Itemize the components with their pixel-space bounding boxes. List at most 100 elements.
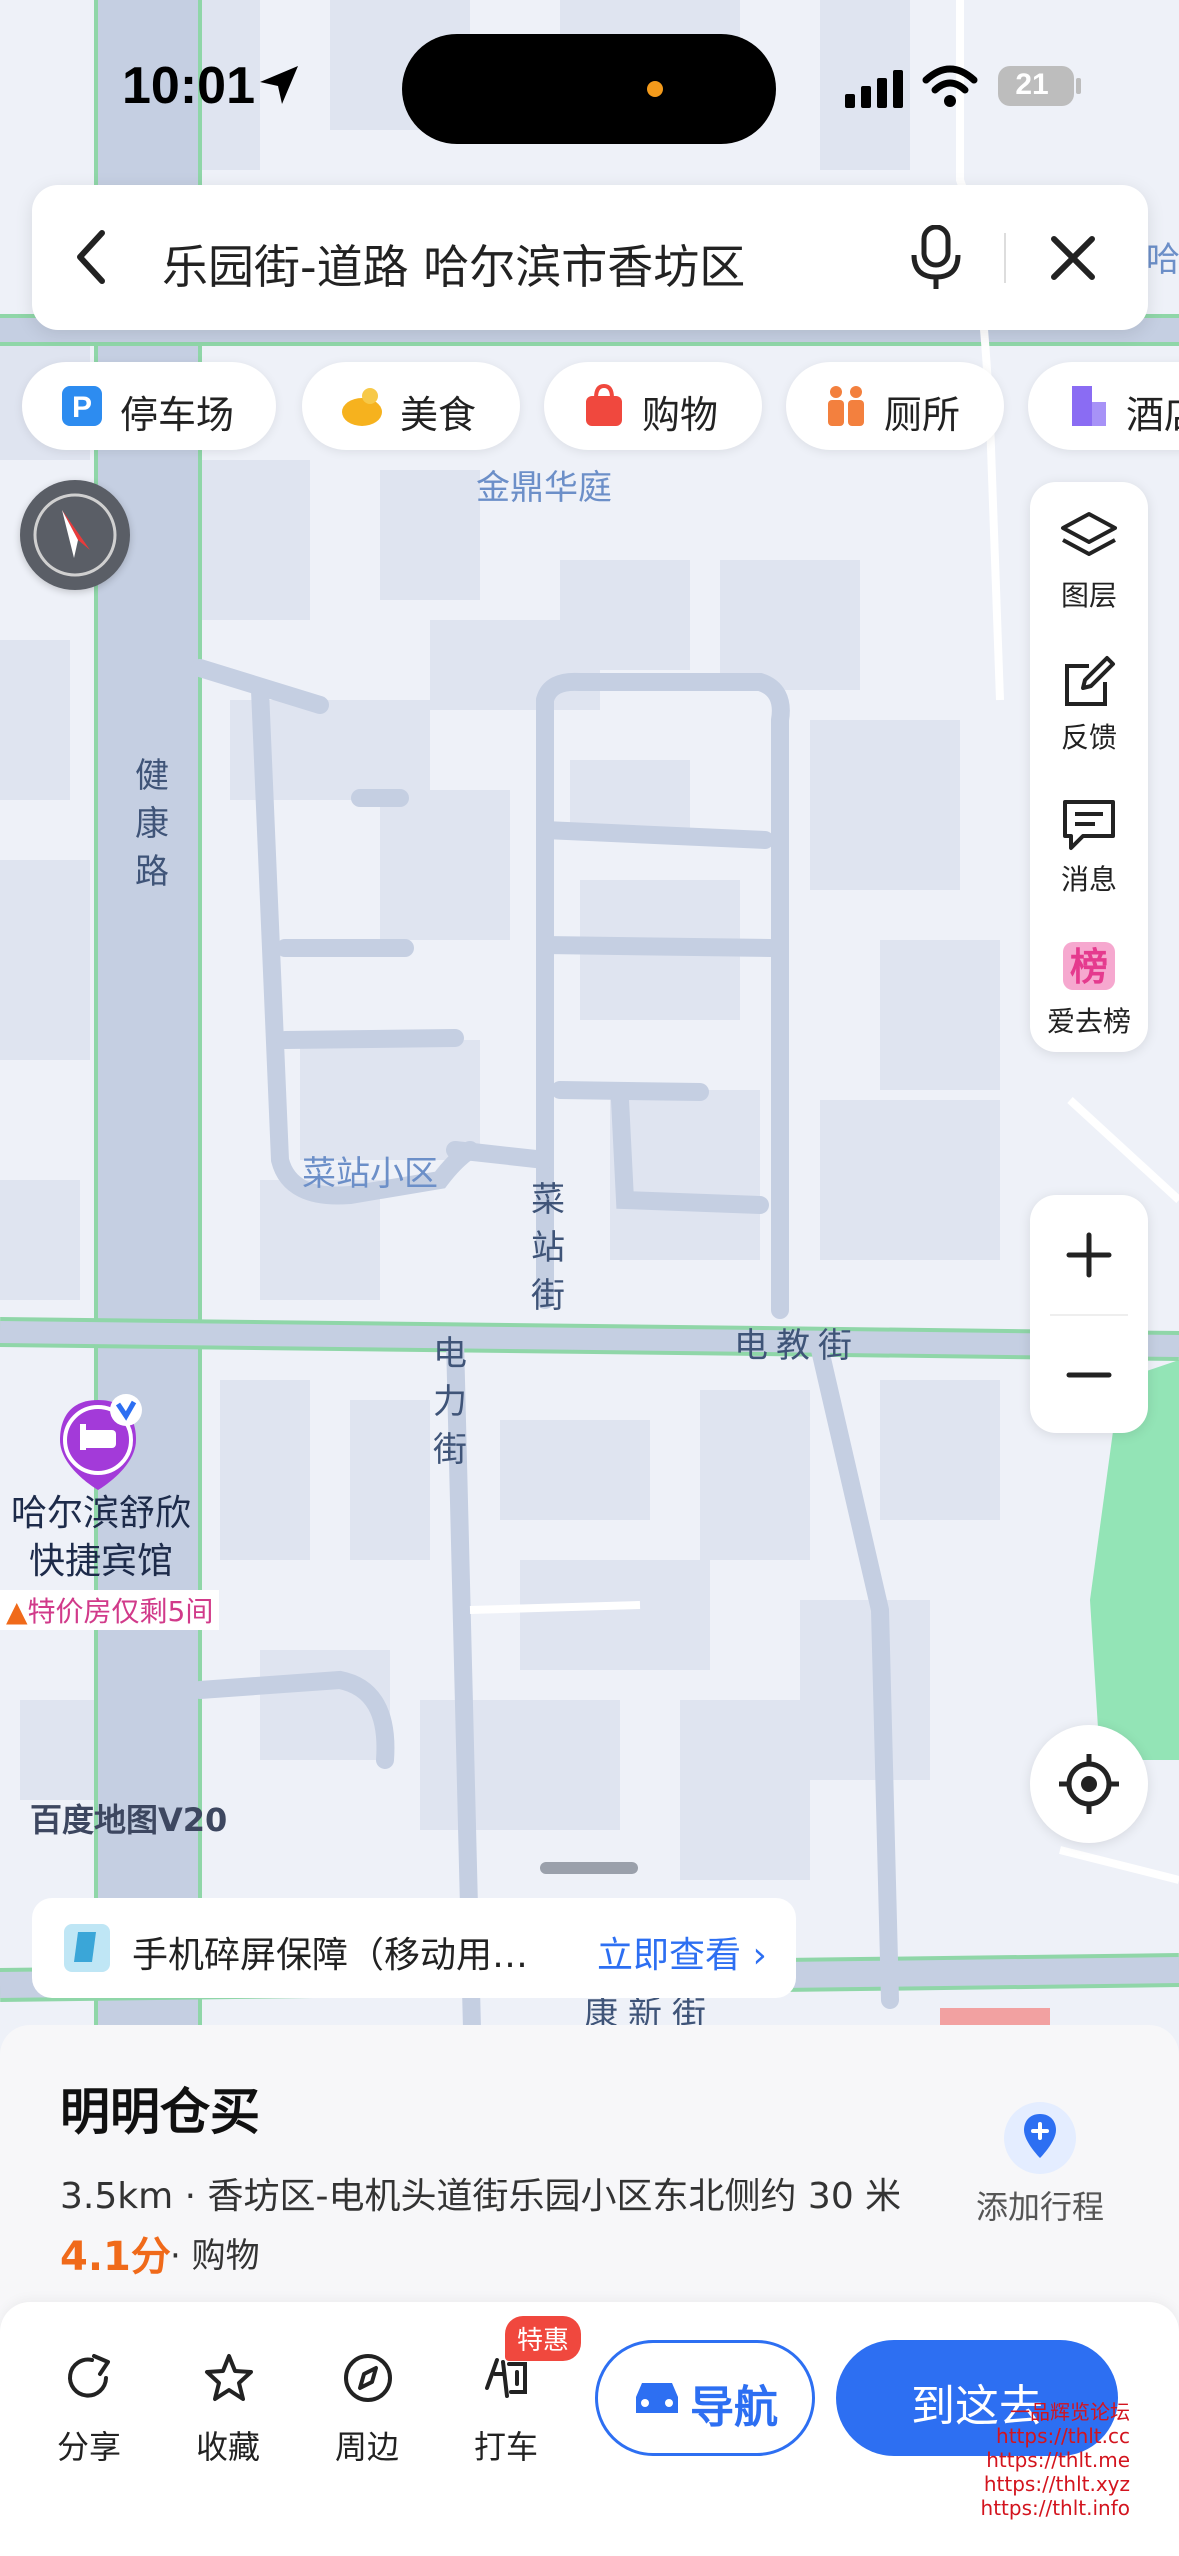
taxi-label: 打车	[473, 2428, 538, 2466]
svg-text:P: P	[72, 391, 92, 424]
cellular-signal-icon	[845, 70, 903, 108]
layers-label: 图层	[1060, 579, 1117, 612]
chip-parking[interactable]: P 停车场	[22, 362, 276, 450]
ranking-icon: 榜	[1063, 942, 1115, 990]
feedback-icon	[1065, 656, 1115, 706]
taxi-button[interactable]: 打车	[451, 2342, 561, 2472]
map-label-dianjiao-street: 电教街	[734, 1326, 860, 1366]
shopping-bag-icon	[586, 384, 622, 426]
map-tools-panel: 图层 反馈 消息 榜 爱去榜	[1030, 482, 1148, 1052]
phone-shield-icon	[64, 1924, 110, 1972]
share-button[interactable]: 分享	[34, 2342, 144, 2472]
compass-icon	[344, 2354, 392, 2402]
chip-label: 购物	[642, 393, 719, 437]
site-mark-line: https://thlt.info	[980, 2496, 1130, 2520]
layers-icon	[1061, 512, 1117, 556]
chip-label: 停车场	[120, 393, 235, 437]
ad-view-link[interactable]: 立即查看 ›	[597, 1926, 767, 1978]
site-mark-line: https://thlt.me	[986, 2448, 1130, 2472]
status-time: 10:01	[122, 57, 255, 115]
place-address: 3.5km · 香坊区-电机头道街乐园小区东北侧约 30 米	[60, 2176, 902, 2217]
feedback-label: 反馈	[1060, 721, 1117, 754]
add-trip-button[interactable]: 添加行程	[970, 2100, 1110, 2230]
navigate-label: 导航	[690, 2382, 778, 2433]
sheet-grabber[interactable]	[540, 1862, 638, 1874]
site-mark-line: https://thlt.cc	[996, 2424, 1130, 2448]
chip-label: 酒店	[1126, 393, 1179, 437]
svg-text:榜: 榜	[1070, 945, 1108, 989]
search-divider	[1004, 233, 1006, 283]
nearby-button[interactable]: 周边	[312, 2342, 422, 2472]
message-label: 消息	[1060, 863, 1117, 896]
star-icon	[205, 2354, 253, 2401]
food-icon	[342, 388, 382, 426]
share-icon	[68, 2354, 110, 2398]
ranking-label: 爱去榜	[1046, 1005, 1131, 1038]
map-label-caizhan-community: 菜站小区	[302, 1154, 438, 1194]
ad-text: 手机碎屏保障（移动用…	[132, 1935, 529, 1976]
place-title: 明明仓买	[60, 2083, 260, 2141]
badge-text: 特惠	[505, 2316, 582, 2361]
microphone-icon[interactable]	[908, 225, 964, 291]
map-label-caizhan-street: 菜站街	[531, 1180, 565, 1316]
chip-label: 厕所	[884, 393, 961, 437]
site-mark-line: https://thlt.xyz	[983, 2472, 1130, 2496]
fire-icon: ▲	[6, 1595, 28, 1628]
nearby-label: 周边	[334, 2428, 399, 2466]
map-label-jinding: 金鼎华庭	[476, 468, 612, 508]
location-arrow-icon	[260, 66, 298, 104]
site-watermark: 一品辉览论坛 https://thlt.cc https://thlt.me h…	[960, 2400, 1130, 2520]
place-rating: 4.1分	[60, 2234, 171, 2280]
compass-button[interactable]	[20, 480, 130, 590]
hotel-icon	[1072, 386, 1106, 426]
back-icon[interactable]	[72, 227, 112, 287]
favorite-button[interactable]: 收藏	[173, 2342, 283, 2472]
site-mark-line: 一品辉览论坛	[1010, 2400, 1130, 2424]
category-chips: P 停车场 美食 购物 厕所 酒店	[0, 362, 1179, 452]
ad-banner[interactable]: 手机碎屏保障（移动用… 立即查看 ›	[32, 1898, 796, 1998]
locate-icon	[1059, 1754, 1119, 1814]
feedback-button[interactable]: 反馈	[1030, 632, 1148, 772]
taxi-discount-badge: 特惠	[505, 2316, 582, 2361]
chip-restroom[interactable]: 厕所	[786, 362, 1004, 450]
zoom-in-icon[interactable]	[1059, 1225, 1119, 1285]
dynamic-island	[402, 34, 776, 144]
place-category: · 购物	[170, 2236, 260, 2276]
search-bar[interactable]: 乐园街-道路 哈尔滨市香坊区	[32, 185, 1148, 330]
map-label-top-right: 哈	[1146, 240, 1179, 280]
chip-shopping[interactable]: 购物	[544, 362, 762, 450]
zoom-divider	[1050, 1314, 1128, 1316]
baidu-map-watermark: 百度地图V20	[30, 1801, 228, 1839]
chip-label: 美食	[400, 393, 477, 437]
ranking-button[interactable]: 榜 爱去榜	[1030, 916, 1148, 1056]
layers-button[interactable]: 图层	[1030, 490, 1148, 630]
map-label-dianli-street: 电力街	[433, 1334, 467, 1470]
wifi-icon	[922, 65, 978, 107]
add-trip-icon	[1004, 2102, 1076, 2174]
chip-hotel[interactable]: 酒店	[1028, 362, 1179, 450]
restroom-icon	[828, 386, 864, 426]
poi-tag-text: 特价房仅剩5间	[27, 1595, 214, 1628]
search-query[interactable]: 乐园街-道路 哈尔滨市香坊区	[162, 231, 745, 297]
parking-icon: P	[62, 386, 102, 426]
message-icon	[1063, 800, 1115, 850]
poi-hotel-name[interactable]: 哈尔滨舒欣快捷宾馆	[6, 1490, 196, 1586]
locate-button[interactable]	[1030, 1725, 1148, 1843]
compass-needle-icon	[33, 493, 117, 577]
battery-cap	[1076, 78, 1081, 94]
chip-food[interactable]: 美食	[302, 362, 520, 450]
zoom-out-icon[interactable]	[1059, 1345, 1119, 1405]
status-bar: 10:01 21	[0, 0, 1179, 170]
poi-hotel-tag[interactable]: ▲特价房仅剩5间	[0, 1590, 220, 1630]
message-button[interactable]: 消息	[1030, 774, 1148, 914]
car-icon	[636, 2383, 678, 2413]
zoom-controls	[1030, 1195, 1148, 1433]
map-label-jiankang-road: 健康路	[135, 756, 169, 892]
battery-icon: 21	[998, 66, 1074, 106]
close-icon[interactable]	[1048, 233, 1098, 283]
battery-level: 21	[1015, 68, 1049, 101]
recording-indicator	[647, 81, 663, 97]
navigate-button[interactable]: 导航	[595, 2340, 815, 2456]
share-label: 分享	[56, 2428, 121, 2466]
favorite-label: 收藏	[195, 2428, 260, 2466]
